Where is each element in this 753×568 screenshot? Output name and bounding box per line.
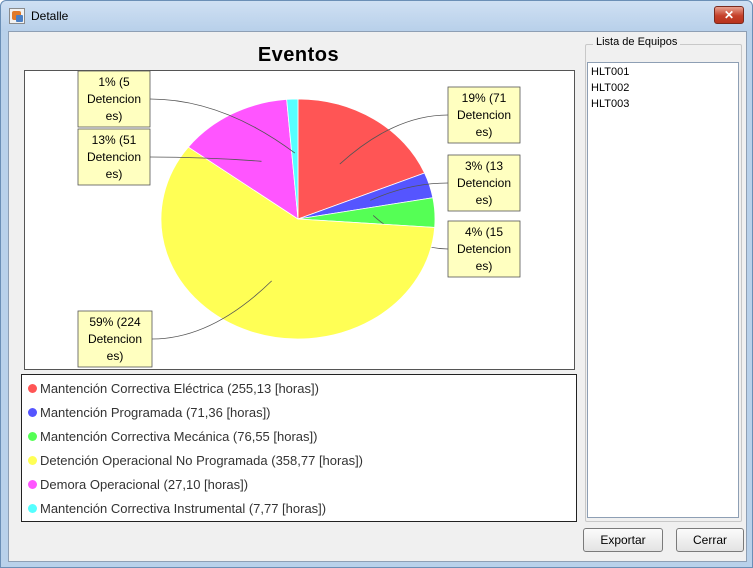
pie-chart: 19% (71 Detencion es) 3% (13 Detencion es) 4% … bbox=[77, 71, 521, 368]
dialog-content: Eventos 19% (71 Detencion es) 3% (13 Detenci… bbox=[8, 31, 747, 562]
equipos-list[interactable]: HLT001 HLT002 HLT003 bbox=[587, 62, 739, 518]
legend-item: Mantención Correctiva Instrumental (7,77… bbox=[28, 499, 326, 517]
slice-label-text: 4% (15 bbox=[465, 225, 503, 239]
slice-label-text: es) bbox=[107, 349, 124, 363]
slice-label-text: Detencion bbox=[457, 176, 511, 190]
plot-area: 19% (71 Detencion es) 3% (13 Detencion es) 4% … bbox=[24, 70, 575, 370]
legend-label: Mantención Correctiva Mecánica (76,55 [h… bbox=[40, 428, 318, 444]
equipos-group-title: Lista de Equipos bbox=[593, 36, 681, 48]
close-button[interactable]: Cerrar bbox=[676, 528, 744, 552]
legend-color-dot bbox=[28, 455, 37, 465]
slice-label-text: es) bbox=[476, 259, 493, 273]
legend-color-dot bbox=[28, 383, 37, 393]
slice-label-text: es) bbox=[106, 109, 123, 123]
slice-label-text: 19% (71 bbox=[462, 91, 507, 105]
legend-item: Mantención Correctiva Eléctrica (255,13 … bbox=[28, 379, 319, 397]
legend-color-dot bbox=[28, 479, 37, 489]
slice-label-text: 59% (224 bbox=[89, 315, 141, 329]
slice-label-text: Detencion bbox=[88, 332, 142, 346]
legend-color-dot bbox=[28, 407, 37, 417]
slice-label-text: 1% (5 bbox=[98, 75, 130, 89]
window-title: Detalle bbox=[31, 9, 69, 23]
slice-label-text: Detencion bbox=[457, 108, 511, 122]
legend-label: Detención Operacional No Programada (358… bbox=[40, 452, 364, 468]
legend-item: Mantención Correctiva Mecánica (76,55 [h… bbox=[28, 427, 317, 445]
legend-item: Detención Operacional No Programada (358… bbox=[28, 451, 363, 469]
slice-label-text: es) bbox=[106, 167, 123, 181]
legend-color-dot bbox=[28, 503, 37, 513]
slice-label-text: Detencion bbox=[87, 92, 141, 106]
chart-legend: Mantención Correctiva Eléctrica (255,13 … bbox=[21, 374, 577, 522]
detalle-window: Detalle ✕ Eventos 19% (71 Detencion es) 3% … bbox=[0, 0, 753, 568]
legend-item: Demora Operacional (27,10 [horas]) bbox=[28, 475, 248, 493]
java-app-icon bbox=[9, 8, 25, 24]
legend-item: Mantención Programada (71,36 [horas]) bbox=[28, 403, 271, 421]
slice-label-text: 3% (13 bbox=[465, 159, 503, 173]
slice-label-text: es) bbox=[476, 193, 493, 207]
title-bar[interactable]: Detalle ✕ bbox=[1, 1, 752, 31]
legend-label: Demora Operacional (27,10 [horas]) bbox=[40, 476, 249, 492]
legend-label: Mantención Correctiva Eléctrica (255,13 … bbox=[40, 380, 319, 396]
equipo-list-item[interactable]: HLT001 bbox=[591, 66, 629, 78]
legend-label: Mantención Programada (71,36 [horas]) bbox=[40, 404, 271, 420]
equipo-list-item[interactable]: HLT003 bbox=[591, 98, 629, 110]
slice-label-text: Detencion bbox=[87, 150, 141, 164]
window-close-button[interactable]: ✕ bbox=[714, 6, 744, 24]
slice-label-text: es) bbox=[476, 125, 493, 139]
export-button[interactable]: Exportar bbox=[583, 528, 663, 552]
chart-title: Eventos bbox=[257, 44, 340, 66]
slice-label-text: 13% (51 bbox=[92, 133, 137, 147]
slice-label-text: Detencion bbox=[457, 242, 511, 256]
chart-panel: Eventos 19% (71 Detencion es) 3% (13 Detenci… bbox=[15, 38, 582, 373]
equipo-list-item[interactable]: HLT002 bbox=[591, 82, 629, 94]
legend-color-dot bbox=[28, 431, 37, 441]
legend-label: Mantención Correctiva Instrumental (7,77… bbox=[40, 500, 327, 516]
